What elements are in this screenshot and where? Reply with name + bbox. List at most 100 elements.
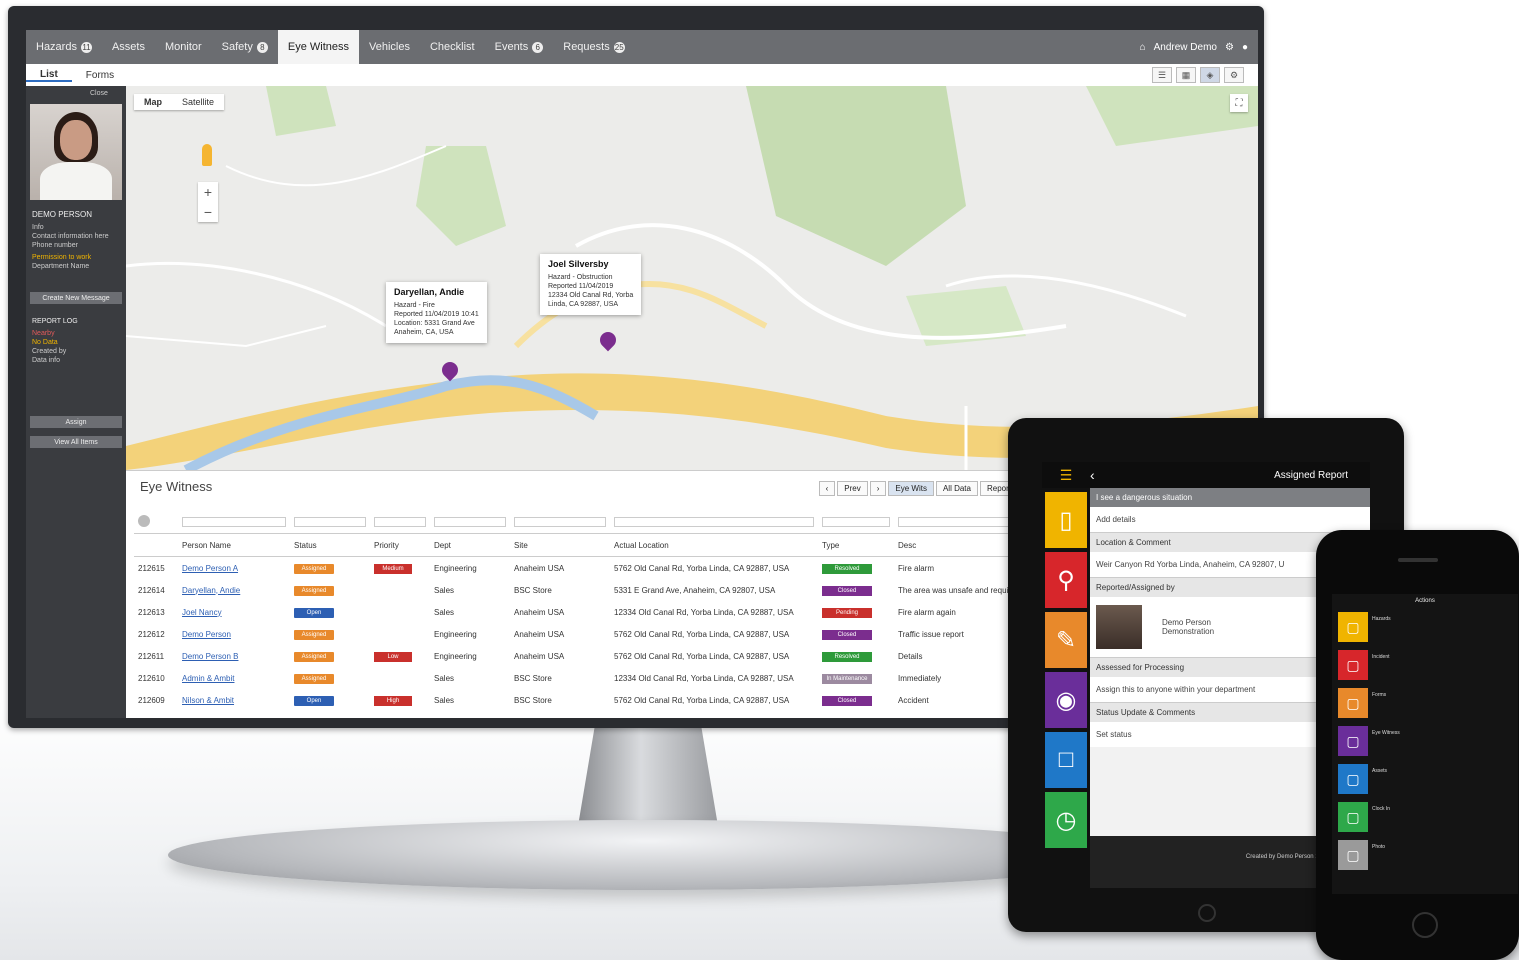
zoom-in-icon[interactable]: + <box>198 182 218 202</box>
monitor-neck <box>578 726 718 826</box>
phone-tile-icon[interactable]: ▢ <box>1338 764 1368 794</box>
filter-cell <box>134 511 178 534</box>
phone-tile-icon[interactable]: ▢ <box>1338 688 1368 718</box>
report-log-title: REPORT LOG <box>32 318 78 325</box>
filter-input[interactable] <box>294 517 366 527</box>
nav-tab[interactable]: Assets <box>102 30 155 64</box>
phone-tile-icon[interactable]: ▢ <box>1338 840 1368 870</box>
reporter-avatar <box>1096 605 1142 649</box>
phone-device: Actions ▢ Hazards ▢ Incident ▢ Forms ▢ Eye Witn… <box>1316 530 1519 960</box>
nav-tab[interactable]: Vehicles <box>359 30 420 64</box>
back-icon[interactable]: ‹ <box>1090 467 1120 483</box>
list-view-icon[interactable]: ☰ <box>1152 67 1172 83</box>
column-header[interactable] <box>134 533 178 557</box>
prev-arrow-icon[interactable]: ‹ <box>818 481 836 496</box>
column-header[interactable]: Status <box>290 533 370 557</box>
dept-cell: Engineering <box>434 563 477 573</box>
person-link[interactable]: Joel Nancy <box>182 608 222 617</box>
profile-line: Department Name <box>32 263 90 270</box>
priority-cell <box>370 623 430 645</box>
user-name[interactable]: Andrew Demo <box>1154 42 1217 53</box>
form-tile-icon[interactable]: ✎ <box>1045 612 1087 668</box>
phone-tile-icon[interactable]: ▢ <box>1338 802 1368 832</box>
map-info-popup[interactable]: Daryellan, Andie Hazard - Fire Reported … <box>386 282 487 343</box>
grid-view-icon[interactable]: ▦ <box>1176 67 1196 83</box>
satellite-tab[interactable]: Satellite <box>172 94 224 110</box>
phone-home-button[interactable] <box>1412 912 1438 938</box>
map-tab[interactable]: Map <box>134 94 172 110</box>
incident-tile-icon[interactable]: ⚲ <box>1045 552 1087 608</box>
clock-tile-icon[interactable]: ◷ <box>1045 792 1087 848</box>
person-link[interactable]: Demo Person <box>182 630 231 639</box>
site-cell: BSC Store <box>514 673 552 683</box>
street-view-pegman-icon[interactable] <box>202 144 212 166</box>
person-link[interactable]: Nilson & Ambit <box>182 696 234 705</box>
pager-button[interactable]: Prev <box>837 481 868 496</box>
lock-icon[interactable]: ● <box>1242 42 1248 53</box>
nav-tab[interactable]: Monitor <box>155 30 212 64</box>
assign-button[interactable]: Assign <box>30 416 122 428</box>
nav-tab[interactable]: Checklist <box>420 30 485 64</box>
zoom-out-icon[interactable]: − <box>198 202 218 222</box>
column-header[interactable]: Dept <box>430 533 510 557</box>
map-view-icon[interactable]: ◈ <box>1200 67 1220 83</box>
filter-cell <box>818 511 894 534</box>
menu-icon[interactable]: ☰ <box>1042 467 1090 484</box>
next-arrow-icon[interactable]: › <box>869 481 887 496</box>
hazard-tile-icon[interactable]: ▯ <box>1045 492 1087 548</box>
new-message-button[interactable]: Create New Message <box>30 292 122 304</box>
nav-tab-label: Monitor <box>164 41 202 53</box>
profile-line: Phone number <box>32 242 78 249</box>
subtab-forms[interactable]: Forms <box>72 70 128 81</box>
row-id: 212610 <box>138 673 165 683</box>
sidebar-close[interactable]: Close <box>90 90 108 97</box>
subtab-list[interactable]: List <box>26 69 72 82</box>
fullscreen-icon[interactable]: ⛶ <box>1230 94 1248 112</box>
home-icon[interactable]: ⌂ <box>1140 42 1146 53</box>
filter-input[interactable] <box>374 517 426 527</box>
person-link[interactable]: Demo Person B <box>182 652 238 661</box>
map-view[interactable]: Map Satellite + − ⛶ Daryellan, Andie Haz… <box>126 86 1258 470</box>
filter-input[interactable] <box>434 517 506 527</box>
filter-input[interactable] <box>514 517 606 527</box>
nav-tab[interactable]: Events 6 <box>485 30 554 64</box>
reporter-name: Demo Person <box>1162 618 1211 627</box>
panel-title: Eye Witness <box>140 479 213 494</box>
person-link[interactable]: Daryellan, Andie <box>182 586 240 595</box>
pin-filter-icon[interactable] <box>138 515 150 527</box>
nav-tab[interactable]: Safety 8 <box>212 30 278 64</box>
pager-button[interactable]: Eye Wits <box>888 481 934 496</box>
priority-cell <box>370 601 430 623</box>
column-header[interactable]: Site <box>510 533 610 557</box>
nav-tab[interactable]: Hazards 11 <box>26 30 102 64</box>
type-badge: Resolved <box>822 651 872 662</box>
filter-cell <box>430 511 510 534</box>
filter-input[interactable] <box>614 517 814 527</box>
view-all-button[interactable]: View All Items <box>30 436 122 448</box>
nav-tab[interactable]: Eye Witness <box>277 30 359 64</box>
tablet-home-button[interactable] <box>1198 904 1216 922</box>
column-header[interactable]: Type <box>818 533 894 557</box>
dept-cell: Sales <box>434 607 455 617</box>
column-header[interactable]: Priority <box>370 533 430 557</box>
phone-tile-icon[interactable]: ▢ <box>1338 650 1368 680</box>
form-field[interactable]: Add details <box>1090 507 1370 532</box>
row-id: 212613 <box>138 607 165 617</box>
settings-icon[interactable]: ⚙ <box>1225 42 1234 53</box>
column-header[interactable]: Actual Location <box>610 533 818 557</box>
person-link[interactable]: Admin & Ambit <box>182 674 234 683</box>
pager-button[interactable]: All Data <box>935 481 978 496</box>
filter-input[interactable] <box>822 517 890 527</box>
phone-tile-icon[interactable]: ▢ <box>1338 612 1368 642</box>
nav-tab[interactable]: Requests 25 <box>553 30 634 64</box>
site-cell: Anaheim USA <box>514 563 565 573</box>
eye-witness-tile-icon[interactable]: ◉ <box>1045 672 1087 728</box>
phone-tile-icon[interactable]: ▢ <box>1338 726 1368 756</box>
asset-tile-icon[interactable]: □ <box>1045 732 1087 788</box>
person-link[interactable]: Demo Person A <box>182 564 238 573</box>
column-header[interactable]: Person Name <box>178 533 290 557</box>
filter-input[interactable] <box>182 517 286 527</box>
nav-tab-label: Eye Witness <box>287 41 349 53</box>
settings-view-icon[interactable]: ⚙ <box>1224 67 1244 83</box>
map-info-popup[interactable]: Joel Silversby Hazard - Obstruction Repo… <box>540 254 642 315</box>
